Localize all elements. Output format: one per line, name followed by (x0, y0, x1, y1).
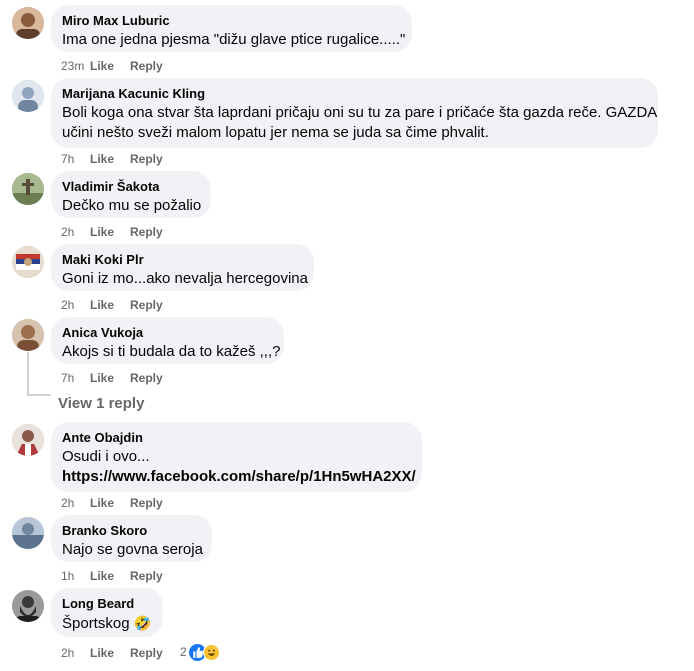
comment-author[interactable]: Long Beard (62, 596, 151, 612)
avatar[interactable] (12, 246, 44, 278)
comment-text: Osudi i ovo... (62, 448, 150, 465)
comment-text: Goni iz mo...ako nevalja hercegovina (62, 270, 308, 287)
like-button[interactable]: Like (90, 569, 130, 583)
comment-time[interactable]: 7h (61, 371, 90, 385)
comment-author[interactable]: Marijana Kacunic Kling (62, 86, 646, 102)
comment-author[interactable]: Maki Koki Plr (62, 252, 302, 268)
reaction-summary[interactable]: 2 (180, 643, 220, 661)
view-replies-button[interactable]: View 1 reply (58, 395, 144, 413)
comment-actions: 2h Like Reply (61, 496, 163, 510)
like-button[interactable]: Like (90, 152, 130, 166)
avatar[interactable] (12, 517, 44, 549)
avatar[interactable] (12, 173, 44, 205)
comment-time[interactable]: 2h (61, 225, 90, 239)
comment-bubble: Miro Max Luburic Ima one jedna pjesma "d… (51, 5, 412, 52)
comment-text-line: Boli koga ona stvar šta laprdani pričaju… (62, 104, 658, 121)
thread-line (27, 352, 29, 396)
like-button[interactable]: Like (90, 298, 130, 312)
comment-author[interactable]: Branko Skoro (62, 523, 200, 539)
thread-connector (27, 394, 51, 396)
reply-button[interactable]: Reply (130, 646, 163, 660)
comment-text-line: učini nešto sveži malom lopatu jer nema … (62, 124, 489, 141)
comment-author[interactable]: Anica Vukoja (62, 325, 272, 341)
avatar[interactable] (12, 80, 44, 112)
comment-text: Najo se govna seroja (62, 541, 203, 558)
shared-link[interactable]: https://www.facebook.com/share/p/1Hn5wHA… (62, 468, 416, 485)
comment-actions: 23m Like Reply (61, 59, 163, 73)
like-button[interactable]: Like (90, 225, 130, 239)
avatar[interactable] (12, 590, 44, 622)
comment-author[interactable]: Vladimir Šakota (62, 179, 199, 195)
avatar[interactable] (12, 7, 44, 39)
haha-reaction-icon (202, 643, 220, 661)
comment-time[interactable]: 23m (61, 59, 90, 73)
avatar[interactable] (12, 424, 44, 456)
comment-actions: 7h Like Reply (61, 152, 163, 166)
comment-bubble: Branko Skoro Najo se govna seroja (51, 515, 212, 562)
comment-time[interactable]: 2h (61, 646, 90, 660)
comment-text-content: Športskog (62, 615, 130, 632)
like-button[interactable]: Like (90, 646, 130, 660)
avatar[interactable] (12, 319, 44, 351)
comment-bubble: Ante Obajdin Osudi i ovo... https://www.… (51, 422, 422, 492)
comment-time[interactable]: 7h (61, 152, 90, 166)
reaction-count: 2 (180, 645, 187, 659)
comment-bubble: Anica Vukoja Akojs si ti budala da to ka… (51, 317, 284, 364)
rofl-emoji-icon: 🤣 (133, 615, 152, 631)
like-button[interactable]: Like (90, 496, 130, 510)
reply-button[interactable]: Reply (130, 298, 163, 312)
comment-author[interactable]: Ante Obajdin (62, 430, 410, 446)
comment-time[interactable]: 2h (61, 298, 90, 312)
reply-button[interactable]: Reply (130, 59, 163, 73)
comment-bubble: Marijana Kacunic Kling Boli koga ona stv… (51, 78, 658, 148)
comment-bubble: Vladimir Šakota Dečko mu se požalio (51, 171, 211, 218)
comment-actions: 7h Like Reply (61, 371, 163, 385)
reply-button[interactable]: Reply (130, 569, 163, 583)
reply-button[interactable]: Reply (130, 371, 163, 385)
comment-text: Športskog 🤣 (62, 613, 151, 634)
comment-text: Akojs si ti budala da to kažeš ,,,? (62, 343, 281, 360)
comment-time[interactable]: 1h (61, 569, 90, 583)
comment-bubble: Long Beard Športskog 🤣 (51, 588, 163, 637)
comment-actions: 1h Like Reply (61, 569, 163, 583)
comment-actions: 2h Like Reply (61, 646, 163, 660)
reply-button[interactable]: Reply (130, 152, 163, 166)
comment-bubble: Maki Koki Plr Goni iz mo...ako nevalja h… (51, 244, 314, 291)
like-button[interactable]: Like (90, 371, 130, 385)
comment-author[interactable]: Miro Max Luburic (62, 13, 400, 29)
like-button[interactable]: Like (90, 59, 130, 73)
reply-button[interactable]: Reply (130, 225, 163, 239)
comment-actions: 2h Like Reply (61, 225, 163, 239)
comment-text: Dečko mu se požalio (62, 197, 202, 214)
comment-time[interactable]: 2h (61, 496, 90, 510)
comment-actions: 2h Like Reply (61, 298, 163, 312)
comment-text: Ima one jedna pjesma "dižu glave ptice r… (62, 31, 406, 48)
reply-button[interactable]: Reply (130, 496, 163, 510)
